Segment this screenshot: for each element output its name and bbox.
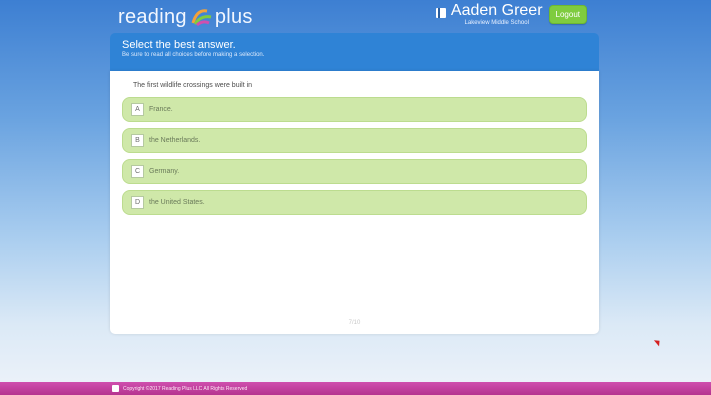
school-name: Lakeview Middle School (464, 20, 529, 26)
user-name: Aaden Greer (450, 2, 543, 19)
question-prompt: The first wildlife crossings were built … (133, 82, 253, 89)
mouse-cursor-icon (653, 337, 663, 347)
question-panel: The first wildlife crossings were built … (110, 71, 599, 334)
answer-choices: A France. B the Netherlands. C Germany. … (122, 97, 587, 221)
choice-text: the United States. (149, 199, 205, 206)
reading-plus-logo: reading plus (118, 4, 253, 30)
answer-choice-b[interactable]: B the Netherlands. (122, 128, 587, 153)
user-area: Aaden Greer Lakeview Middle School Logou… (435, 2, 587, 27)
choice-letter: D (131, 196, 144, 209)
answer-choice-d[interactable]: D the United States. (122, 190, 587, 215)
choice-letter: A (131, 103, 144, 116)
choice-text: Germany. (149, 168, 180, 175)
choice-letter: C (131, 165, 144, 178)
choice-text: the Netherlands. (149, 137, 201, 144)
user-info: Aaden Greer Lakeview Middle School (451, 2, 543, 27)
page-footer: Copyright ©2017 Reading Plus LLC All Rig… (0, 382, 711, 395)
answer-choice-a[interactable]: A France. (122, 97, 587, 122)
book-icon (435, 8, 446, 18)
instruction-bar: Select the best answer. Be sure to read … (110, 33, 599, 71)
instruction-subtitle: Be sure to read all choices before makin… (122, 52, 265, 58)
copyright-text: Copyright ©2017 Reading Plus LLC All Rig… (123, 385, 248, 392)
logo-swirl-icon (191, 9, 212, 27)
logo-text-reading: reading (118, 5, 187, 28)
logo-text-plus: plus (214, 5, 253, 28)
choice-letter: B (131, 134, 144, 147)
logout-button[interactable]: Logout (548, 5, 587, 24)
choice-text: France. (149, 106, 173, 113)
question-progress: 7/10 (348, 320, 361, 326)
footer-logo-icon (112, 385, 119, 392)
instruction-title: Select the best answer. (122, 39, 236, 51)
answer-choice-c[interactable]: C Germany. (122, 159, 587, 184)
